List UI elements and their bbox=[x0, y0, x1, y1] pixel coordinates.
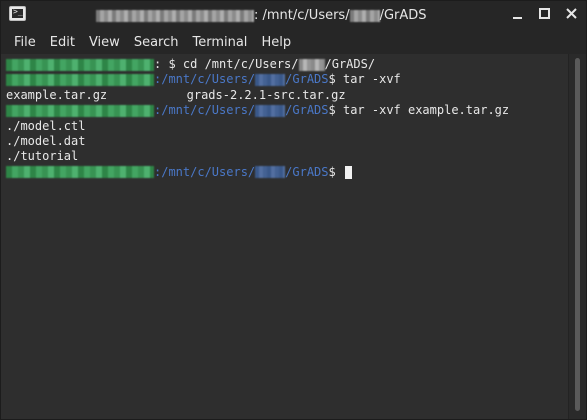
terminal-output[interactable]: : $ cd /mnt/c/Users/ /GrADS/ :/mnt/c/User… bbox=[1, 54, 568, 419]
prompt-path: :/mnt/c/Users/ bbox=[154, 164, 256, 179]
close-icon[interactable] bbox=[565, 7, 578, 20]
redacted-user-host bbox=[6, 166, 154, 179]
minimize-icon[interactable] bbox=[511, 7, 524, 20]
redacted-username bbox=[255, 104, 286, 117]
menu-view[interactable]: View bbox=[82, 32, 127, 54]
output-text: ./model.ctl bbox=[6, 118, 86, 133]
redacted-username bbox=[255, 73, 286, 86]
redacted-user-host bbox=[6, 73, 154, 86]
redacted-user-host bbox=[96, 9, 254, 22]
command-text: $ bbox=[328, 164, 343, 179]
window-controls bbox=[511, 7, 578, 20]
title-path: : /mnt/c/Users/ bbox=[254, 8, 350, 23]
terminal-line: ./tutorial bbox=[6, 149, 568, 164]
menu-terminal[interactable]: Terminal bbox=[185, 32, 254, 54]
command-text: : $ cd /mnt/c/Users/ bbox=[154, 57, 299, 71]
prompt-path: /GrADS bbox=[285, 103, 329, 118]
redacted-username bbox=[298, 58, 325, 71]
prompt-path: /GrADS bbox=[285, 72, 329, 87]
maximize-icon[interactable] bbox=[538, 7, 551, 20]
terminal-line: :/mnt/c/Users/ /GrADS$ bbox=[6, 165, 568, 180]
menu-help[interactable]: Help bbox=[254, 32, 298, 54]
menu-search[interactable]: Search bbox=[127, 32, 186, 54]
terminal-line: : $ cd /mnt/c/Users/ /GrADS/ bbox=[6, 57, 568, 72]
terminal-line: :/mnt/c/Users/ /GrADS$ tar -xvf example.t… bbox=[6, 103, 568, 118]
terminal-app-icon: >_ bbox=[9, 6, 26, 21]
command-text: $ tar -xvf example.tar.gz bbox=[328, 103, 510, 118]
output-text: ./tutorial bbox=[6, 149, 79, 164]
terminal-line: ./model.ctl bbox=[6, 119, 568, 134]
command-text: $ tar -xvf bbox=[328, 72, 401, 87]
text-cursor bbox=[344, 165, 352, 179]
command-text: /GrADS/ bbox=[324, 57, 376, 71]
output-text: example.tar.gz grads-2.2.1-src.tar.gz bbox=[6, 87, 346, 102]
title-path-end: /GrADS bbox=[379, 8, 427, 23]
scrollbar-thumb[interactable] bbox=[575, 58, 580, 411]
menu-bar: File Edit View Search Terminal Help bbox=[1, 31, 586, 54]
menu-file[interactable]: File bbox=[1, 32, 43, 54]
terminal-line: :/mnt/c/Users/ /GrADS$ tar -xvf bbox=[6, 72, 568, 87]
prompt-path: :/mnt/c/Users/ bbox=[154, 72, 256, 87]
redacted-user-host bbox=[6, 58, 154, 71]
redacted-user-host bbox=[6, 104, 154, 117]
window-title: : /mnt/c/Users/ /GrADS bbox=[96, 8, 427, 23]
output-text: ./model.dat bbox=[6, 133, 86, 148]
prompt-path: :/mnt/c/Users/ bbox=[154, 103, 256, 118]
menu-edit[interactable]: Edit bbox=[43, 32, 82, 54]
terminal-line: example.tar.gz grads-2.2.1-src.tar.gz bbox=[6, 88, 568, 103]
redacted-username bbox=[255, 166, 286, 179]
terminal-window: >_ : /mnt/c/Users/ /GrADS File Edit View… bbox=[0, 0, 587, 420]
vertical-scrollbar[interactable] bbox=[568, 54, 586, 419]
prompt-path: /GrADS bbox=[285, 164, 329, 179]
redacted-username bbox=[349, 9, 380, 22]
terminal-line: ./model.dat bbox=[6, 134, 568, 149]
title-bar[interactable]: >_ : /mnt/c/Users/ /GrADS bbox=[1, 1, 586, 31]
